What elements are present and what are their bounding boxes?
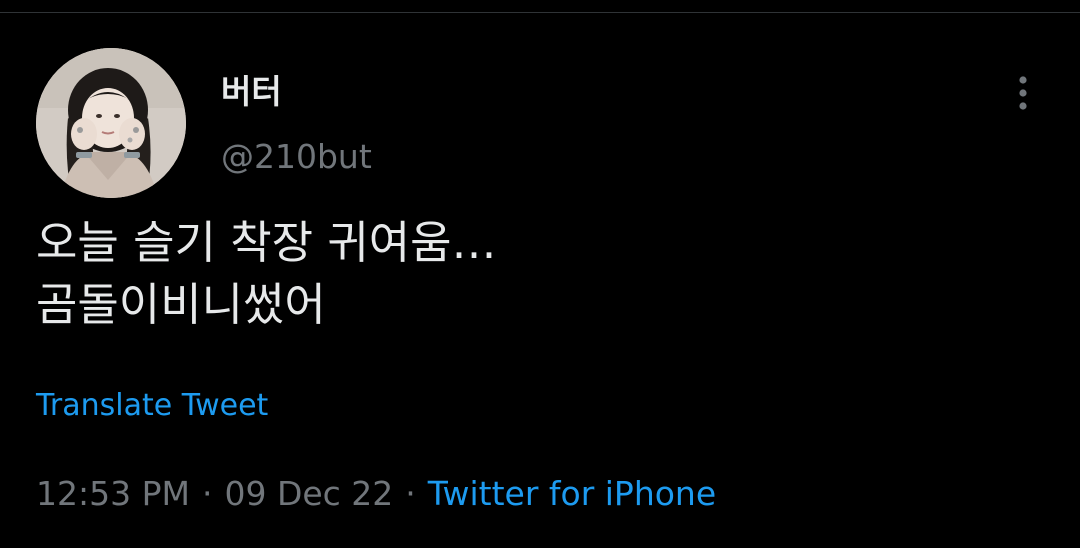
meta-separator: · <box>405 474 416 513</box>
more-options-button[interactable] <box>1004 70 1042 116</box>
author-handle[interactable]: @210but <box>221 137 372 177</box>
tweet-time[interactable]: 12:53 PM <box>36 474 190 513</box>
meta-separator: · <box>201 474 213 513</box>
top-divider <box>0 12 1080 13</box>
tweet-text-line: 오늘 슬기 착장 귀여움… <box>36 216 497 269</box>
tweet-metadata: 12:53 PM · 09 Dec 22 · Twitter for iPhone <box>36 472 716 516</box>
avatar[interactable] <box>36 48 186 198</box>
tweet-date[interactable]: 09 Dec 22 <box>224 474 393 513</box>
translate-tweet-link[interactable]: Translate Tweet <box>36 386 268 426</box>
tweet-text-line: 곰돌이비니썼어 <box>36 278 326 331</box>
tweet-source-link[interactable]: Twitter for iPhone <box>428 474 716 513</box>
tweet-text: 오늘 슬기 착장 귀여움… 곰돌이비니썼어 <box>36 212 497 336</box>
author-display-name[interactable]: 버터 <box>221 72 282 112</box>
more-vertical-icon <box>1019 76 1027 110</box>
avatar-photo <box>36 48 186 198</box>
